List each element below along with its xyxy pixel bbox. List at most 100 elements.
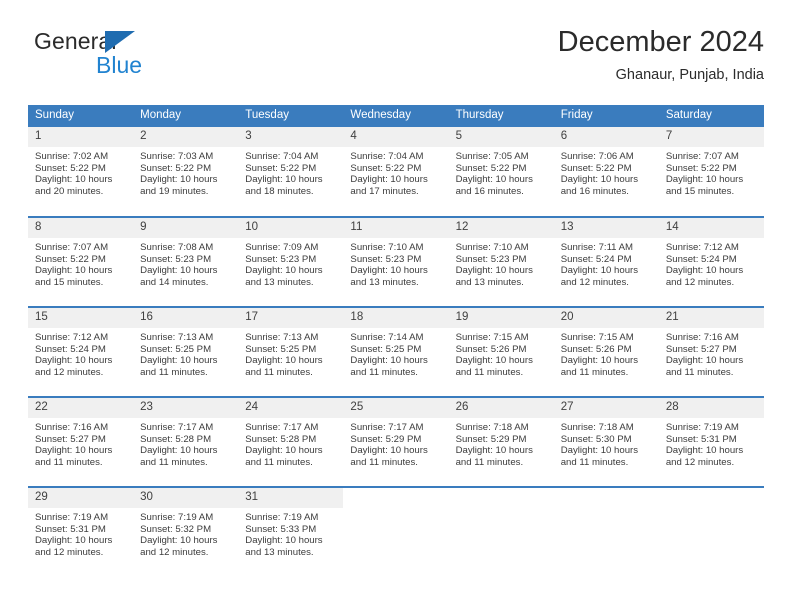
sunset-text: Sunset: 5:24 PM — [35, 343, 106, 355]
day-cell[interactable]: 29 Sunrise: 7:19 AM Sunset: 5:31 PM Dayl… — [28, 486, 134, 577]
day-details: Sunrise: 7:10 AM Sunset: 5:23 PM Dayligh… — [449, 238, 554, 288]
sunset-text: Sunset: 5:29 PM — [350, 433, 422, 445]
day-cell[interactable]: 2 Sunrise: 7:03 AM Sunset: 5:22 PM Dayli… — [133, 127, 239, 217]
day-cell[interactable]: 16 Sunrise: 7:13 AM Sunset: 5:25 PM Dayl… — [133, 306, 239, 397]
day-number: 25 — [343, 398, 449, 418]
day-cell[interactable]: 22 Sunrise: 7:16 AM Sunset: 5:27 PM Dayl… — [28, 396, 134, 487]
sunrise-text: Sunrise: 7:12 AM — [665, 242, 739, 253]
daylight-text-line1: Daylight: 10 hours — [140, 445, 218, 457]
day-number: 30 — [133, 488, 239, 508]
day-cell[interactable]: 26 Sunrise: 7:18 AM Sunset: 5:29 PM Dayl… — [448, 396, 554, 487]
daylight-text-line1: Daylight: 10 hours — [140, 355, 218, 367]
day-number: 2 — [133, 127, 239, 147]
day-number: 14 — [658, 218, 764, 238]
day-details: Sunrise: 7:02 AM Sunset: 5:22 PM Dayligh… — [28, 147, 133, 197]
page-title: December 2024 — [557, 26, 764, 58]
day-number: 10 — [238, 218, 344, 238]
daylight-text-line1: Daylight: 10 hours — [560, 445, 639, 457]
sunset-text: Sunset: 5:23 PM — [455, 253, 527, 265]
daylight-text-line2: and 12 minutes. — [665, 456, 735, 468]
day-cell[interactable]: 14 Sunrise: 7:12 AM Sunset: 5:24 PM Dayl… — [658, 216, 764, 307]
day-details: Sunrise: 7:03 AM Sunset: 5:22 PM Dayligh… — [133, 147, 238, 197]
sunset-text: Sunset: 5:30 PM — [560, 433, 632, 445]
day-cell[interactable]: 6 Sunrise: 7:06 AM Sunset: 5:22 PM Dayli… — [553, 127, 659, 217]
day-cell[interactable]: 30 Sunrise: 7:19 AM Sunset: 5:32 PM Dayl… — [133, 486, 239, 577]
day-cell[interactable]: 20 Sunrise: 7:15 AM Sunset: 5:26 PM Dayl… — [553, 306, 659, 397]
day-cell[interactable]: 7 Sunrise: 7:07 AM Sunset: 5:22 PM Dayli… — [658, 127, 764, 217]
day-cell[interactable]: 15 Sunrise: 7:12 AM Sunset: 5:24 PM Dayl… — [28, 306, 134, 397]
daylight-text-line1: Daylight: 10 hours — [560, 355, 639, 367]
day-cell[interactable]: 8 Sunrise: 7:07 AM Sunset: 5:22 PM Dayli… — [28, 216, 134, 307]
daylight-text-line1: Daylight: 10 hours — [455, 174, 533, 186]
daylight-text-line1: Daylight: 10 hours — [455, 355, 533, 367]
daylight-text-line2: and 19 minutes. — [140, 185, 209, 197]
day-details: Sunrise: 7:19 AM Sunset: 5:31 PM Dayligh… — [28, 508, 133, 558]
day-number: 31 — [238, 488, 344, 508]
day-details: Sunrise: 7:07 AM Sunset: 5:22 PM Dayligh… — [28, 238, 133, 288]
day-cell[interactable]: 4 Sunrise: 7:04 AM Sunset: 5:22 PM Dayli… — [343, 127, 449, 217]
daylight-text-line1: Daylight: 10 hours — [35, 535, 113, 547]
day-number: 27 — [553, 398, 659, 418]
day-details: Sunrise: 7:18 AM Sunset: 5:30 PM Dayligh… — [554, 418, 659, 468]
day-cell[interactable]: 17 Sunrise: 7:13 AM Sunset: 5:25 PM Dayl… — [238, 306, 344, 397]
sunset-text: Sunset: 5:27 PM — [35, 433, 106, 445]
daylight-text-line1: Daylight: 10 hours — [245, 265, 323, 277]
day-number — [449, 488, 554, 508]
day-cell[interactable]: 12 Sunrise: 7:10 AM Sunset: 5:23 PM Dayl… — [448, 216, 554, 307]
week-row: 1 Sunrise: 7:02 AM Sunset: 5:22 PM Dayli… — [28, 127, 764, 217]
general-blue-logo[interactable]: General Blue — [34, 28, 224, 84]
weekday-header-friday: Friday — [553, 105, 659, 127]
day-cell[interactable]: 31 Sunrise: 7:19 AM Sunset: 5:33 PM Dayl… — [238, 486, 344, 577]
day-cell[interactable]: 13 Sunrise: 7:11 AM Sunset: 5:24 PM Dayl… — [553, 216, 659, 307]
day-details: Sunrise: 7:09 AM Sunset: 5:23 PM Dayligh… — [238, 238, 343, 288]
sunrise-text: Sunrise: 7:13 AM — [245, 332, 319, 343]
daylight-text-line1: Daylight: 10 hours — [350, 174, 428, 186]
daylight-text-line1: Daylight: 10 hours — [350, 265, 428, 277]
sunrise-text: Sunrise: 7:12 AM — [35, 332, 109, 343]
day-number: 23 — [133, 398, 239, 418]
daylight-text-line2: and 13 minutes. — [455, 276, 524, 288]
day-cell[interactable]: 24 Sunrise: 7:17 AM Sunset: 5:28 PM Dayl… — [238, 396, 344, 487]
day-cell[interactable]: 9 Sunrise: 7:08 AM Sunset: 5:23 PM Dayli… — [133, 216, 239, 307]
day-cell[interactable]: 1 Sunrise: 7:02 AM Sunset: 5:22 PM Dayli… — [28, 127, 134, 217]
daylight-text-line2: and 15 minutes. — [35, 276, 104, 288]
day-cell[interactable]: 3 Sunrise: 7:04 AM Sunset: 5:22 PM Dayli… — [238, 127, 344, 217]
day-cell[interactable]: 11 Sunrise: 7:10 AM Sunset: 5:23 PM Dayl… — [343, 216, 449, 307]
sunrise-text: Sunrise: 7:05 AM — [455, 151, 529, 162]
daylight-text-line2: and 11 minutes. — [665, 366, 734, 378]
daylight-text-line2: and 12 minutes. — [665, 276, 735, 288]
sunset-text: Sunset: 5:33 PM — [245, 523, 317, 535]
day-cell[interactable]: 28 Sunrise: 7:19 AM Sunset: 5:31 PM Dayl… — [658, 396, 764, 487]
daylight-text-line2: and 12 minutes. — [35, 546, 104, 558]
day-cell[interactable]: 23 Sunrise: 7:17 AM Sunset: 5:28 PM Dayl… — [133, 396, 239, 487]
day-cell[interactable]: 5 Sunrise: 7:05 AM Sunset: 5:22 PM Dayli… — [448, 127, 554, 217]
day-details: Sunrise: 7:10 AM Sunset: 5:23 PM Dayligh… — [343, 238, 448, 288]
day-details: Sunrise: 7:17 AM Sunset: 5:28 PM Dayligh… — [133, 418, 238, 468]
day-cell[interactable]: 18 Sunrise: 7:14 AM Sunset: 5:25 PM Dayl… — [343, 306, 449, 397]
sunset-text: Sunset: 5:22 PM — [350, 162, 422, 174]
day-cell[interactable]: 25 Sunrise: 7:17 AM Sunset: 5:29 PM Dayl… — [343, 396, 449, 487]
day-cell[interactable]: 10 Sunrise: 7:09 AM Sunset: 5:23 PM Dayl… — [238, 216, 344, 307]
day-number: 17 — [238, 308, 344, 328]
day-number: 5 — [448, 127, 554, 147]
daylight-text-line1: Daylight: 10 hours — [140, 535, 218, 547]
day-cell[interactable]: 27 Sunrise: 7:18 AM Sunset: 5:30 PM Dayl… — [553, 396, 659, 487]
day-cell[interactable]: 19 Sunrise: 7:15 AM Sunset: 5:26 PM Dayl… — [448, 306, 554, 397]
sunset-text: Sunset: 5:22 PM — [35, 253, 106, 265]
daylight-text-line2: and 11 minutes. — [245, 456, 313, 468]
day-number: 28 — [658, 398, 764, 418]
day-number: 8 — [28, 218, 134, 238]
sunset-text: Sunset: 5:24 PM — [665, 253, 737, 265]
day-details: Sunrise: 7:15 AM Sunset: 5:26 PM Dayligh… — [554, 328, 659, 378]
sunset-text: Sunset: 5:28 PM — [245, 433, 317, 445]
day-number: 7 — [658, 127, 764, 147]
day-number: 3 — [238, 127, 344, 147]
sunset-text: Sunset: 5:26 PM — [455, 343, 527, 355]
sunrise-text: Sunrise: 7:18 AM — [560, 422, 634, 433]
day-cell-empty — [343, 486, 449, 577]
daylight-text-line2: and 15 minutes. — [665, 185, 735, 197]
daylight-text-line1: Daylight: 10 hours — [35, 265, 113, 277]
day-details: Sunrise: 7:05 AM Sunset: 5:22 PM Dayligh… — [449, 147, 554, 197]
day-number: 4 — [343, 127, 449, 147]
day-cell[interactable]: 21 Sunrise: 7:16 AM Sunset: 5:27 PM Dayl… — [658, 306, 764, 397]
